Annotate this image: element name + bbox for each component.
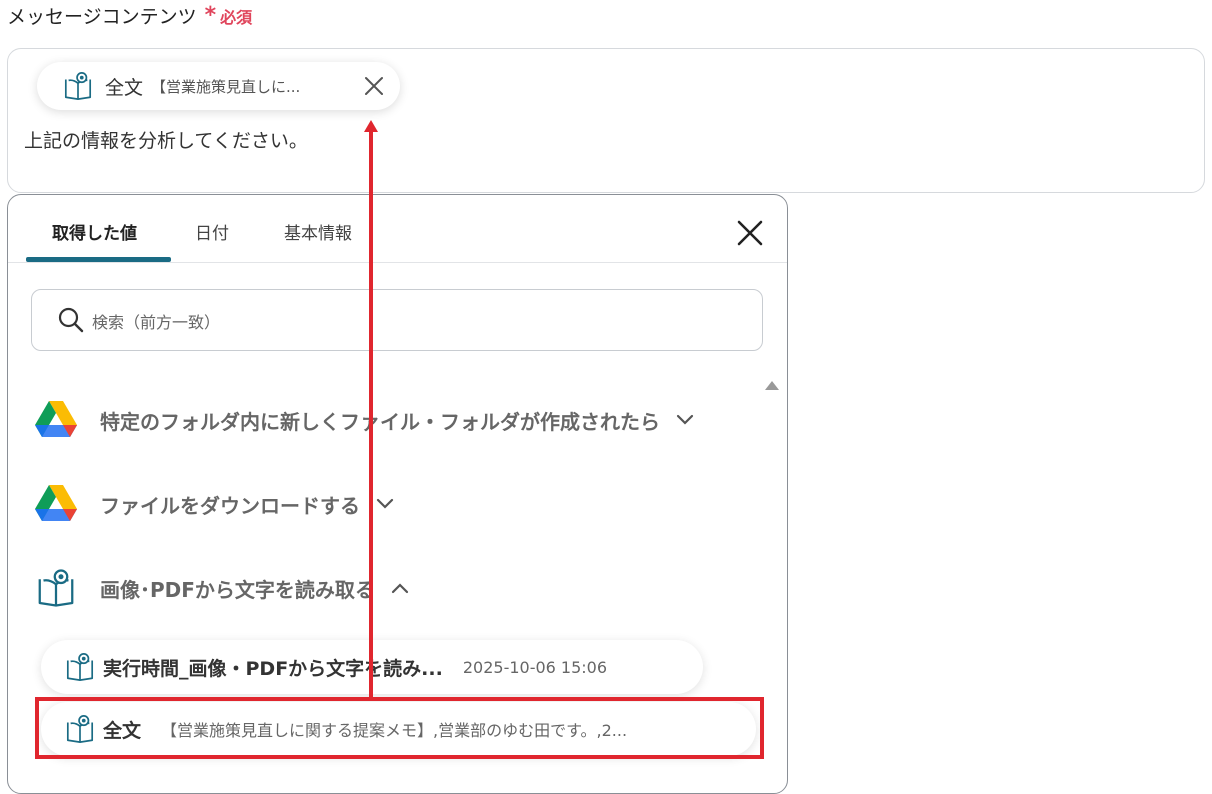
field-label: メッセージコンテンツ * 必須 [7,2,252,29]
tab-date[interactable]: 日付 [195,219,229,244]
chevron-down-icon[interactable] [376,498,394,510]
search-box [31,289,763,351]
google-drive-icon [34,484,78,524]
section-ocr-read-text[interactable]: 画像･PDFから文字を読み取る [34,568,409,608]
section-label: 特定のフォルダ内に新しくファイル・フォルダが作成されたら [100,409,660,434]
chevron-down-icon[interactable] [676,414,694,426]
ocr-book-icon [38,569,74,607]
ocr-book-icon [65,652,95,682]
chevron-up-icon[interactable] [391,582,409,594]
section-folder-file-created[interactable]: 特定のフォルダ内に新しくファイル・フォルダが作成されたら [34,400,694,440]
item-name: 実行時間_画像・PDFから文字を読み... [103,657,443,680]
section-label: ファイルをダウンロードする [100,493,360,518]
tab-divider [8,262,787,263]
field-label-text: メッセージコンテンツ [7,6,197,28]
section-label: 画像･PDFから文字を読み取る [100,577,375,602]
chip-value: 【営業施策見直しに... [151,77,301,96]
search-icon [58,307,84,333]
variable-chip-fulltext[interactable]: 全文 【営業施策見直しに... [37,62,400,110]
section-download-file[interactable]: ファイルをダウンロードする [34,484,394,524]
tab-basic-info[interactable]: 基本情報 [284,219,352,244]
message-text[interactable]: 上記の情報を分析してください。 [24,126,308,153]
search-input[interactable] [90,304,734,340]
annotation-arrow-head [364,120,378,132]
required-star: * [204,2,217,28]
required-badge: 必須 [220,7,253,27]
google-drive-icon [34,400,78,440]
chip-name: 全文 [105,76,144,99]
close-icon[interactable] [364,76,384,96]
ocr-book-icon [63,71,93,101]
tab-acquired-values[interactable]: 取得した値 [52,219,137,244]
scroll-up-arrow[interactable] [765,381,779,390]
annotation-arrow [369,128,373,698]
close-icon[interactable] [737,220,763,246]
item-value: 2025-10-06 15:06 [462,657,608,677]
highlight-box [35,697,764,759]
